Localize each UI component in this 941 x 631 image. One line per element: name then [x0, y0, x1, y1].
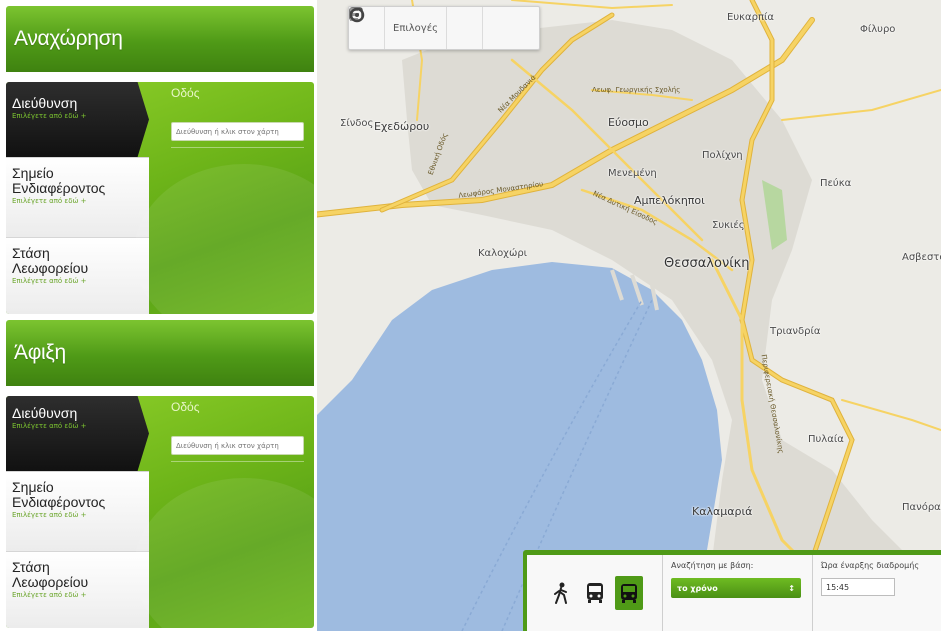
departure-street-input[interactable]: [171, 122, 304, 141]
select-arrow-icon: ↕: [788, 583, 795, 593]
tab-subtitle: Επιλέγετε από εδώ +: [12, 511, 87, 519]
start-time-group: Ώρα έναρξης διαδρομής: [813, 555, 941, 631]
section-title: Άφιξη: [14, 341, 66, 364]
divider: [171, 461, 304, 462]
tab-bus-stop[interactable]: Στάση Λεωφορείου Επιλέγετε από εδώ +: [6, 237, 149, 314]
tab-bus-stop[interactable]: Στάση Λεωφορείου Επιλέγετε από εδώ +: [6, 551, 149, 628]
tab-title: Ενδιαφέροντος: [12, 494, 106, 510]
place-label: Πανόραμα: [902, 502, 941, 513]
trip-options-panel: Αναζήτηση με βάση: το χρόνο ↕ Ώρα έναρξη…: [523, 550, 941, 631]
transport-modes: [527, 555, 663, 631]
place-label: Πεύκα: [820, 178, 852, 189]
place-label: Ασβεστοχ: [902, 252, 941, 263]
select-value: το χρόνο: [677, 583, 718, 593]
place-label: Πολίχνη: [702, 150, 743, 161]
section-title: Αναχώρηση: [14, 27, 123, 50]
arrival-tabs: Διεύθυνση Επιλέγετε από εδώ + Σημείο Ενδ…: [6, 396, 149, 628]
arrival-header: Άφιξη: [6, 320, 314, 386]
road: [841, 399, 941, 431]
route-form-panel: Αναχώρηση Διεύθυνση Επιλέγετε από εδώ + …: [0, 0, 317, 631]
map-canvas[interactable]: [312, 0, 941, 631]
start-time-input[interactable]: [821, 578, 895, 596]
road-label: Λεωφ. Γεωργικής Σχολής: [592, 86, 681, 94]
tab-point-of-interest[interactable]: Σημείο Ενδιαφέροντος Επιλέγετε από εδώ +: [6, 471, 149, 551]
trip-planner-app: Ευκαρπία Φίλυρο Σίνδος Εχεδώρου Εύοσμο Π…: [0, 0, 941, 631]
tab-title: Σημείο: [12, 165, 54, 181]
place-label: Εύοσμο: [608, 116, 649, 129]
bus-icon: [586, 583, 603, 603]
place-label: Τριανδρία: [770, 326, 821, 337]
place-label: Καλαμαριά: [692, 505, 753, 518]
tab-subtitle: Επιλέγετε από εδώ +: [12, 277, 87, 285]
tab-title: Διεύθυνση: [12, 405, 78, 421]
divider: [171, 147, 304, 148]
departure-header: Αναχώρηση: [6, 6, 314, 72]
start-time-label: Ώρα έναρξης διαδρομής: [821, 561, 920, 570]
arrival-body: Διεύθυνση Επιλέγετε από εδώ + Σημείο Ενδ…: [6, 396, 314, 628]
map-view[interactable]: Ευκαρπία Φίλυρο Σίνδος Εχεδώρου Εύοσμο Π…: [312, 0, 941, 631]
tab-subtitle: Επιλέγετε από εδώ +: [12, 422, 87, 430]
tab-title: Ενδιαφέροντος: [12, 180, 106, 196]
street-label: Οδός: [171, 400, 200, 414]
tab-title: Διεύθυνση: [12, 95, 78, 111]
street-label: Οδός: [171, 86, 200, 100]
tab-address[interactable]: Διεύθυνση Επιλέγετε από εδώ +: [6, 82, 149, 157]
options-button[interactable]: Επιλογές: [385, 7, 447, 49]
tab-subtitle: Επιλέγετε από εδώ +: [12, 112, 87, 120]
place-label: Ευκαρπία: [727, 12, 774, 23]
layers-button[interactable]: [350, 7, 483, 49]
place-label: Συκιές: [712, 220, 745, 231]
tab-title: Σημείο: [12, 479, 54, 495]
place-label: Μενεμένη: [608, 168, 657, 179]
place-label: Σίνδος: [340, 118, 374, 129]
departure-section: Αναχώρηση Διεύθυνση Επιλέγετε από εδώ + …: [6, 6, 314, 314]
car-mode-button[interactable]: [614, 576, 643, 610]
settings-button[interactable]: [349, 7, 523, 49]
place-label: Εχεδώρου: [374, 120, 430, 133]
tab-title: Λεωφορείου: [12, 574, 89, 590]
place-label: Θεσσαλονίκη: [664, 256, 750, 271]
tab-point-of-interest[interactable]: Σημείο Ενδιαφέροντος Επιλέγετε από εδώ +: [6, 157, 149, 237]
place-label: Καλοχώρι: [478, 248, 528, 259]
tab-address[interactable]: Διεύθυνση Επιλέγετε από εδώ +: [6, 396, 149, 471]
walk-icon: [553, 582, 567, 604]
road: [781, 89, 941, 121]
tab-title: Λεωφορείου: [12, 260, 89, 276]
place-label: Αμπελόκηποι: [634, 194, 705, 207]
tab-title: Στάση: [12, 245, 50, 261]
car-icon: [620, 584, 637, 603]
search-by-label: Αναζήτηση με βάση:: [671, 561, 754, 570]
map-toolbar: Επιλογές: [348, 6, 540, 50]
arrival-section: Άφιξη Διεύθυνση Επιλέγετε από εδώ + Σημε…: [6, 320, 314, 628]
tab-subtitle: Επιλέγετε από εδώ +: [12, 591, 87, 599]
tab-title: Στάση: [12, 559, 50, 575]
bus-mode-button[interactable]: [581, 576, 609, 610]
walk-mode-button[interactable]: [547, 576, 575, 610]
settings-icon: [349, 7, 365, 23]
trip-options-inner: Αναζήτηση με βάση: το χρόνο ↕ Ώρα έναρξη…: [527, 555, 941, 631]
search-by-group: Αναζήτηση με βάση: το χρόνο ↕: [663, 555, 813, 631]
search-by-select[interactable]: το χρόνο ↕: [671, 578, 801, 598]
departure-body: Διεύθυνση Επιλέγετε από εδώ + Σημείο Ενδ…: [6, 82, 314, 314]
departure-tabs: Διεύθυνση Επιλέγετε από εδώ + Σημείο Ενδ…: [6, 82, 149, 314]
place-label: Πυλαία: [808, 434, 844, 445]
arrival-street-input[interactable]: [171, 436, 304, 455]
place-label: Φίλυρο: [860, 24, 896, 35]
tab-subtitle: Επιλέγετε από εδώ +: [12, 197, 87, 205]
